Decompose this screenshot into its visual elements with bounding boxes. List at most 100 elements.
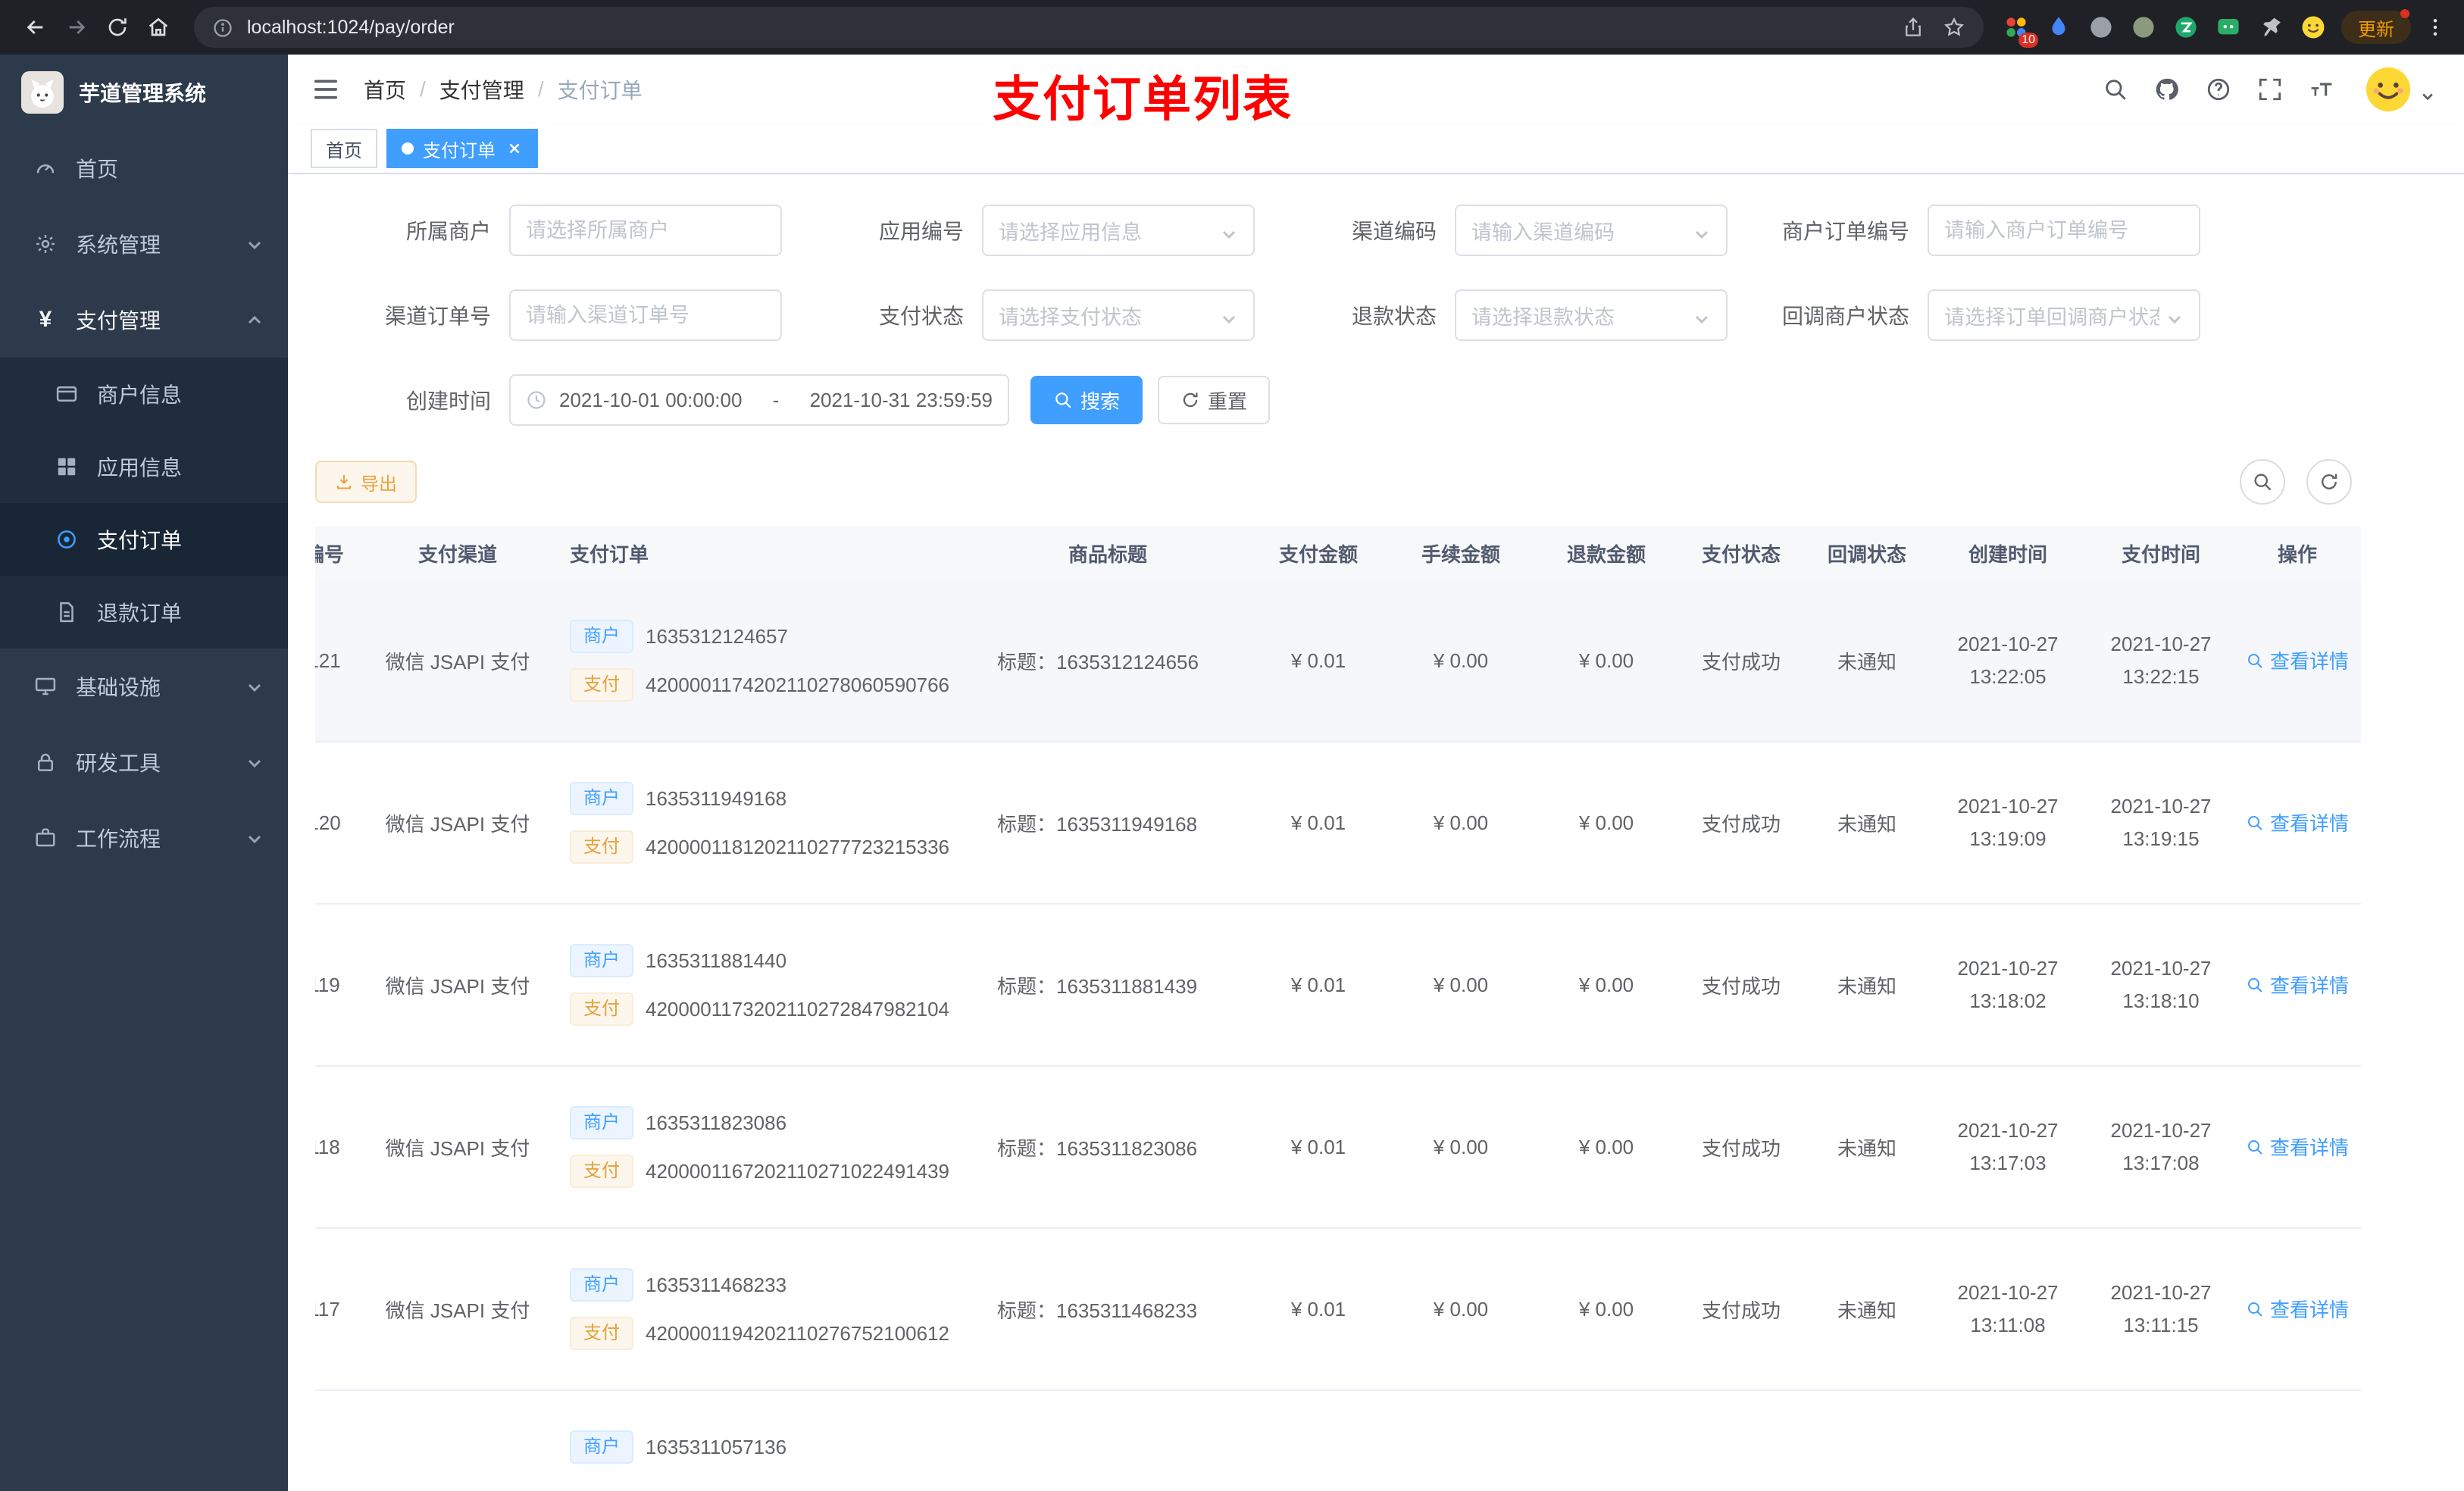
app-id-select[interactable]: 请选择应用信息 bbox=[982, 205, 1255, 256]
filter-field-channel-order-no: 渠道订单号 bbox=[352, 289, 800, 341]
chevron-down-icon bbox=[1220, 221, 1238, 239]
pay-order-cell: 商户 1635311057136 支付 bbox=[555, 1430, 967, 1491]
search-button[interactable]: 搜索 bbox=[1030, 376, 1143, 424]
share-icon[interactable] bbox=[1902, 16, 1925, 39]
tab-home[interactable]: 首页 bbox=[311, 129, 377, 168]
notify-status-select[interactable]: 请选择订单回调商户状态 bbox=[1928, 289, 2200, 341]
sidebar-item-merchant-info[interactable]: 商户信息 bbox=[0, 358, 288, 430]
refund-status-select[interactable]: 请选择退款状态 bbox=[1455, 289, 1728, 341]
pay-order-cell: 商户 1635311468233 支付 42000011942021102767… bbox=[555, 1268, 967, 1350]
back-icon[interactable] bbox=[15, 7, 56, 48]
browser-menu-icon[interactable] bbox=[2422, 9, 2449, 45]
pay-status-select[interactable]: 请选择支付状态 bbox=[982, 289, 1255, 341]
view-detail-link[interactable]: 查看详情 bbox=[2246, 1133, 2349, 1161]
extension-icon[interactable] bbox=[2211, 10, 2246, 45]
pay-time-cell: 2021-10-27 13:19:15 bbox=[2110, 795, 2212, 850]
url-text[interactable]: localhost:1024/pay/order bbox=[247, 17, 1884, 39]
export-button[interactable]: 导出 bbox=[315, 461, 417, 503]
select-placeholder: 请选择支付状态 bbox=[999, 305, 1142, 329]
font-size-icon[interactable] bbox=[2296, 55, 2347, 124]
field-label: 渠道订单号 bbox=[384, 305, 491, 328]
sidebar-item-label: 系统管理 bbox=[76, 233, 161, 257]
tab-pay-orders[interactable]: 支付订单 bbox=[386, 129, 538, 168]
dashboard-icon bbox=[33, 156, 58, 180]
breadcrumb-section[interactable]: 支付管理 bbox=[439, 74, 524, 105]
table-row[interactable]: 119 微信 JSAPI 支付 商户 1635311881440 支付 4200… bbox=[315, 905, 2361, 1067]
channel-code-select[interactable]: 请输入渠道编码 bbox=[1455, 205, 1728, 256]
fee-amount-cell: ¥ 0.00 bbox=[1433, 1297, 1489, 1321]
browser-update-button[interactable]: 更新 bbox=[2341, 9, 2411, 44]
sidebar-item-infrastructure[interactable]: 基础设施 bbox=[0, 649, 288, 724]
merchant-order-no-input-box[interactable] bbox=[1944, 218, 2184, 242]
sidebar-item-app-info[interactable]: 应用信息 bbox=[0, 430, 288, 503]
merchant-order-no: 1635312124657 bbox=[646, 624, 788, 648]
sidebar-item-pay-orders[interactable]: 支付订单 bbox=[0, 503, 288, 576]
pay-tag: 支付 bbox=[570, 1317, 633, 1350]
toggle-search-icon[interactable] bbox=[2240, 459, 2285, 505]
search-icon[interactable] bbox=[2090, 55, 2141, 124]
breadcrumb-separator: / bbox=[537, 77, 544, 101]
page-content: 所属商户 应用编号 请选择应用信息 渠道编码 bbox=[288, 174, 2464, 1491]
create-time-range-picker[interactable]: 2021-10-01 00:00:00 - 2021-10-31 23:59:5… bbox=[509, 374, 1009, 426]
sidebar-item-label: 应用信息 bbox=[97, 456, 183, 480]
extension-icon[interactable]: 10 bbox=[1999, 10, 2038, 48]
bookmark-star-icon[interactable] bbox=[1943, 16, 1965, 39]
chevron-down-icon[interactable] bbox=[2420, 82, 2435, 101]
fullscreen-icon[interactable] bbox=[2244, 55, 2296, 124]
sidebar-item-refund-orders[interactable]: 退款订单 bbox=[0, 576, 288, 649]
yen-icon: ¥ bbox=[39, 307, 52, 332]
tab-close-icon[interactable] bbox=[506, 140, 523, 157]
update-alert-dot bbox=[2400, 9, 2409, 18]
extension-icon[interactable] bbox=[2169, 10, 2203, 45]
channel-order-no-input-box[interactable] bbox=[526, 303, 765, 327]
merchant-input-box[interactable] bbox=[526, 218, 765, 242]
pay-amount-cell: ¥ 0.01 bbox=[1290, 649, 1346, 672]
pay-time-cell: 2021-10-27 13:18:10 bbox=[2110, 957, 2212, 1012]
pay-tag: 支付 bbox=[570, 668, 633, 702]
view-detail-link[interactable]: 查看详情 bbox=[2246, 808, 2349, 836]
extension-icon[interactable] bbox=[2041, 10, 2076, 45]
merchant-input[interactable] bbox=[509, 205, 782, 256]
channel-order-no-input[interactable] bbox=[509, 289, 782, 341]
table-row[interactable]: 118 微信 JSAPI 支付 商户 1635311823086 支付 4200… bbox=[315, 1067, 2361, 1229]
notify-status-cell: 未通知 bbox=[1837, 1299, 1896, 1322]
github-icon[interactable] bbox=[2141, 55, 2193, 124]
home-icon[interactable] bbox=[138, 7, 179, 48]
table-row[interactable]: 117 微信 JSAPI 支付 商户 1635311468233 支付 4200… bbox=[315, 1229, 2361, 1391]
pay-time-cell: 2021-10-27 13:22:15 bbox=[2110, 633, 2212, 688]
reset-button[interactable]: 重置 bbox=[1158, 376, 1271, 424]
help-icon[interactable] bbox=[2193, 55, 2244, 124]
table-row[interactable]: 商户 1635311057136 支付 bbox=[315, 1391, 2361, 1491]
app-logo[interactable]: 芋道管理系统 bbox=[0, 55, 288, 130]
url-bar[interactable]: localhost:1024/pay/order bbox=[194, 7, 1984, 48]
refresh-table-icon[interactable] bbox=[2306, 459, 2352, 505]
sidebar-item-workflow[interactable]: 工作流程 bbox=[0, 800, 288, 876]
hamburger-icon[interactable] bbox=[311, 74, 341, 105]
reload-icon[interactable] bbox=[97, 7, 138, 48]
extension-icon[interactable] bbox=[2084, 10, 2118, 45]
extension-icon[interactable] bbox=[2126, 10, 2161, 45]
sidebar-item-home[interactable]: 首页 bbox=[0, 130, 288, 206]
merchant-order-no-input[interactable] bbox=[1928, 205, 2200, 256]
avatar[interactable] bbox=[2366, 67, 2411, 112]
pay-channel-cell: 微信 JSAPI 支付 bbox=[385, 812, 530, 836]
table-row[interactable]: 120 微信 JSAPI 支付 商户 1635311949168 支付 4200… bbox=[315, 742, 2361, 905]
view-detail-link[interactable]: 查看详情 bbox=[2246, 1295, 2349, 1323]
field-label: 退款状态 bbox=[1351, 305, 1437, 328]
view-detail-link[interactable]: 查看详情 bbox=[2246, 971, 2349, 999]
site-info-icon[interactable] bbox=[212, 17, 233, 38]
breadcrumb-home[interactable]: 首页 bbox=[364, 74, 406, 105]
pay-tag: 支付 bbox=[570, 1155, 633, 1188]
sidebar-item-dev-tools[interactable]: 研发工具 bbox=[0, 724, 288, 800]
view-detail-link[interactable]: 查看详情 bbox=[2246, 646, 2349, 674]
pay-status-cell: 支付成功 bbox=[1701, 974, 1781, 998]
table-row[interactable]: 121 微信 JSAPI 支付 商户 1635312124657 支付 4200… bbox=[315, 580, 2361, 742]
gear-icon bbox=[33, 232, 58, 256]
profile-avatar-icon[interactable] bbox=[2296, 10, 2331, 45]
forward-icon[interactable] bbox=[56, 7, 97, 48]
sidebar-item-payment[interactable]: ¥ 支付管理 bbox=[0, 282, 288, 358]
pin-extension-icon[interactable] bbox=[2253, 10, 2288, 45]
sidebar-item-system[interactable]: 系统管理 bbox=[0, 206, 288, 282]
order-id-cell: 119 bbox=[315, 973, 340, 996]
fee-amount-cell: ¥ 0.00 bbox=[1433, 811, 1489, 834]
